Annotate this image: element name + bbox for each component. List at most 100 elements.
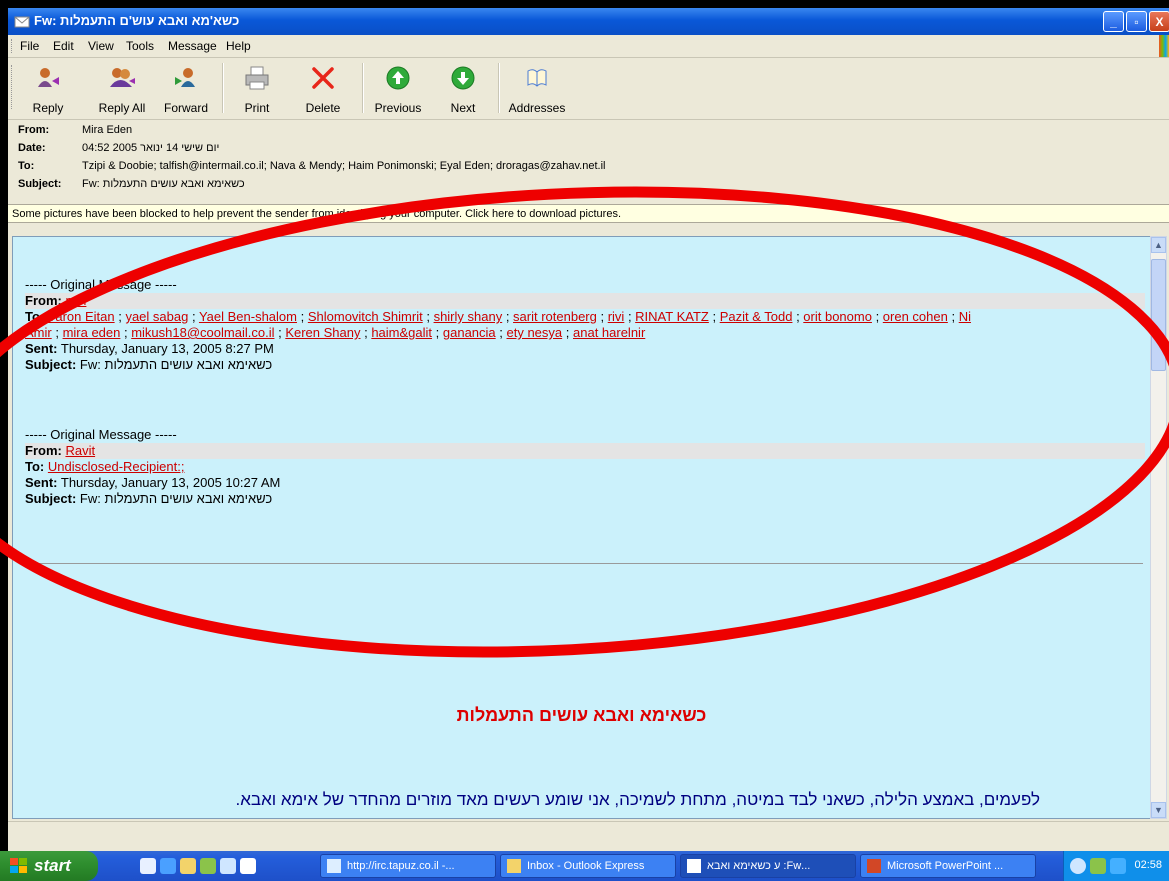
recipient-link[interactable]: shirly shany	[434, 309, 503, 324]
fwd2-to-row: To: Undisclosed-Recipient:;	[25, 459, 185, 474]
menu-message[interactable]: Message	[168, 39, 217, 53]
minimize-button[interactable]: _	[1103, 11, 1124, 32]
recipient-link[interactable]: mikush18@coolmail.co.il	[131, 325, 274, 340]
recipient-link[interactable]: oren cohen	[883, 309, 948, 324]
toolbar-grip[interactable]	[11, 65, 15, 109]
recipient-link[interactable]: Amir	[25, 325, 52, 340]
ie-page-icon	[327, 859, 341, 873]
next-button[interactable]: Next	[444, 59, 482, 117]
reply-button[interactable]: Reply	[24, 59, 72, 117]
message-body: ----- Original Message ----- From: miri …	[12, 236, 1151, 819]
task-powerpoint[interactable]: Microsoft PowerPoint ...	[860, 854, 1036, 878]
vertical-scrollbar[interactable]: ▲ ▼	[1150, 236, 1167, 819]
body-heading: כשאימא ואבא עושים התעמלות	[456, 705, 707, 725]
recipient-link[interactable]: RINAT KATZ	[635, 309, 709, 324]
recipient-link[interactable]: haim&galit	[371, 325, 432, 340]
taskbar: start http://irc.tapuz.co.il -... Inbox …	[0, 851, 1169, 881]
recipient-link[interactable]: Yael Ben-shalom	[199, 309, 297, 324]
recipient-link[interactable]: Shlomovitch Shimrit	[308, 309, 423, 324]
previous-button[interactable]: Previous	[370, 59, 426, 117]
fwd2-subject-row: Subject: כשאימא ואבא עושים התעמלות :Fw	[25, 491, 273, 506]
printer-icon	[245, 66, 269, 90]
messenger-icon[interactable]	[240, 858, 256, 874]
recipient-link[interactable]: ety nesya	[507, 325, 563, 340]
fwd2-from-link[interactable]: Ravit	[65, 443, 95, 458]
menu-help[interactable]: Help	[226, 39, 251, 53]
delete-button[interactable]: Delete	[300, 59, 346, 117]
windows-flag-icon	[10, 858, 27, 873]
menu-edit[interactable]: Edit	[53, 39, 74, 53]
reply-all-icon	[110, 68, 135, 87]
message-divider	[23, 563, 1143, 564]
recipient-link[interactable]: rivi	[608, 309, 625, 324]
recipient-link[interactable]: orit bonomo	[803, 309, 872, 324]
arrow-down-icon	[451, 66, 475, 90]
recipient-link[interactable]: anat harelnir	[573, 325, 645, 340]
title-bar[interactable]: כשא'מא ואבא עוש'ם התעמלות :Fw _ ▫ X	[8, 8, 1169, 35]
header-subject: כשאימא ואבא עושים התעמלות :Fw	[82, 178, 245, 190]
outlook-message-window: כשא'מא ואבא עוש'ם התעמלות :Fw _ ▫ X File…	[8, 8, 1169, 857]
start-button[interactable]: start	[0, 851, 98, 881]
toolbar: Reply Reply All Forward Print Delete Pre…	[8, 57, 1169, 120]
tray-arrow-icon[interactable]	[1070, 858, 1086, 874]
media-player-icon[interactable]	[220, 858, 236, 874]
msn-icon[interactable]	[200, 858, 216, 874]
outlook-express-icon[interactable]	[180, 858, 196, 874]
system-tray: 02:58	[1063, 851, 1169, 881]
scroll-up-arrow-icon[interactable]: ▲	[1151, 237, 1166, 253]
fwd1-from-link[interactable]: miri	[65, 293, 86, 308]
recipient-link[interactable]: Pazit & Todd	[720, 309, 793, 324]
toolbar-separator	[498, 63, 500, 113]
header-date: יום שישי 14 ינואר 2005 04:52	[82, 142, 220, 154]
fwd2-to-link[interactable]: Undisclosed-Recipient:;	[48, 459, 185, 474]
header-from: Mira Eden	[82, 124, 133, 136]
task-irc-tapuz[interactable]: http://irc.tapuz.co.il -...	[320, 854, 496, 878]
maximize-button[interactable]: ▫	[1126, 11, 1147, 32]
inbox-icon	[507, 859, 521, 873]
menu-tools[interactable]: Tools	[126, 39, 154, 53]
forwarded-message-2: ----- Original Message ----- From: Ravit…	[25, 427, 1145, 507]
delete-x-icon	[312, 67, 334, 89]
blocked-pictures-infobar[interactable]: Some pictures have been blocked to help …	[8, 204, 1169, 223]
print-button[interactable]: Print	[234, 59, 280, 117]
task-inbox-outlook[interactable]: Inbox - Outlook Express	[500, 854, 676, 878]
fwd1-subject-row: Subject: כשאימא ואבא עושים התעמלות :Fw	[25, 357, 273, 372]
menu-view[interactable]: View	[88, 39, 114, 53]
forward-button[interactable]: Forward	[156, 59, 216, 117]
reply-all-button[interactable]: Reply All	[92, 59, 152, 117]
envelope-icon	[14, 16, 30, 28]
forward-icon	[175, 68, 195, 87]
arrow-up-icon	[386, 66, 410, 90]
close-button[interactable]: X	[1149, 11, 1169, 32]
address-book-icon	[527, 69, 547, 87]
menu-bar: File Edit View Tools Message Help	[8, 35, 1169, 58]
menu-file[interactable]: File	[20, 39, 39, 53]
recipient-link[interactable]: Yaron Eitan	[48, 309, 115, 324]
fwd2-sent-row: Sent: Thursday, January 13, 2005 10:27 A…	[25, 475, 281, 490]
menu-grip[interactable]	[11, 39, 15, 53]
message-header: From: Mira Eden Date: יום שישי 14 ינואר …	[18, 124, 606, 190]
recipient-link[interactable]: sarit rotenberg	[513, 309, 597, 324]
window-title: כשא'מא ואבא עוש'ם התעמלות :Fw	[34, 13, 240, 28]
scroll-thumb[interactable]	[1151, 259, 1166, 371]
clock: 02:58	[1134, 859, 1162, 871]
scroll-down-arrow-icon[interactable]: ▼	[1151, 802, 1166, 818]
recipient-link[interactable]: yael sabag	[125, 309, 188, 324]
header-to: Tzipi & Doobie; talfish@intermail.co.il;…	[82, 160, 606, 172]
windows-logo-icon	[1159, 35, 1169, 57]
powerpoint-icon	[867, 859, 881, 873]
tray-messenger-icon[interactable]	[1110, 858, 1126, 874]
show-desktop-icon[interactable]	[140, 858, 156, 874]
tray-network-icon[interactable]	[1090, 858, 1106, 874]
recipient-link[interactable]: mira eden	[63, 325, 121, 340]
internet-explorer-icon[interactable]	[160, 858, 176, 874]
fwd1-sent-row: Sent: Thursday, January 13, 2005 8:27 PM	[25, 341, 274, 356]
addresses-button[interactable]: Addresses	[504, 59, 570, 117]
recipient-link[interactable]: ganancia	[443, 325, 496, 340]
fwd2-from-row: From: Ravit	[25, 443, 1145, 459]
recipient-link[interactable]: Ni	[959, 309, 971, 324]
recipient-link[interactable]: Keren Shany	[285, 325, 360, 340]
status-bar	[8, 821, 1169, 844]
task-fw-message[interactable]: ...Fw: ע כשאימא ואבא	[680, 854, 856, 878]
fwd1-to-row-2: Amir ; mira eden ; mikush18@coolmail.co.…	[25, 325, 646, 340]
